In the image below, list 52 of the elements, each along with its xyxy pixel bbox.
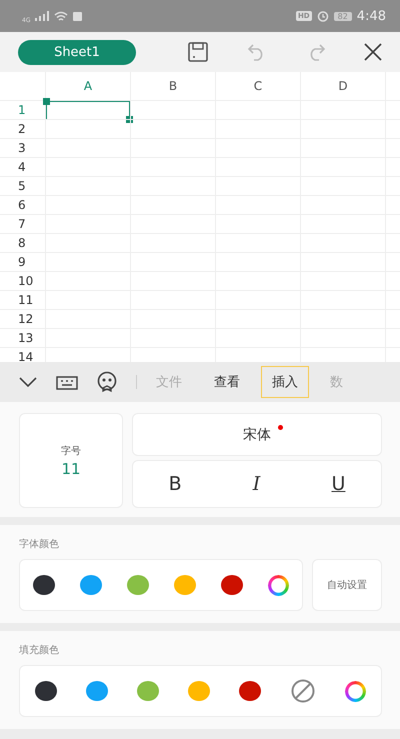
color-swatch[interactable] xyxy=(221,575,244,595)
bold-button[interactable]: B xyxy=(160,469,190,499)
row-header[interactable]: 8 xyxy=(0,233,45,251)
column-header[interactable]: D xyxy=(300,72,385,100)
menu-tab[interactable]: 插入 xyxy=(261,366,309,398)
color-swatch[interactable] xyxy=(34,681,57,701)
close-icon[interactable] xyxy=(364,43,382,61)
italic-button[interactable]: I xyxy=(244,469,268,499)
font-name-button[interactable]: 宋体 xyxy=(132,413,382,456)
clock-time: 4:48 xyxy=(356,8,386,24)
keyboard-icon[interactable] xyxy=(56,374,78,390)
row-header[interactable]: 4 xyxy=(0,157,45,175)
color-wheel-icon[interactable] xyxy=(345,680,366,702)
color-swatch[interactable] xyxy=(86,681,108,701)
row-header[interactable]: 5 xyxy=(0,176,45,194)
section-title: 字体颜色 xyxy=(19,538,60,551)
sheet-name-button[interactable]: Sheet1 xyxy=(18,40,136,64)
column-header[interactable]: C xyxy=(215,72,300,100)
wifi-icon xyxy=(54,10,68,22)
save-icon[interactable] xyxy=(186,41,208,63)
row-header[interactable]: 11 xyxy=(0,290,45,308)
battery-indicator: 82 xyxy=(334,12,352,20)
color-swatch[interactable] xyxy=(239,681,262,701)
menu-tab[interactable]: 查看 xyxy=(203,366,251,398)
color-swatch[interactable] xyxy=(174,575,196,595)
color-swatch[interactable] xyxy=(136,681,159,701)
underline-button[interactable]: U xyxy=(323,469,354,499)
notification-icon xyxy=(73,12,82,20)
font-size-value: 11 xyxy=(61,460,81,478)
row-header[interactable]: 13 xyxy=(0,328,45,346)
row-header[interactable]: 12 xyxy=(0,309,45,327)
collapse-chevron-icon[interactable] xyxy=(18,376,38,388)
font-size-card[interactable]: 字号 11 xyxy=(19,413,123,508)
row-header[interactable]: 7 xyxy=(0,214,45,232)
row-header[interactable]: 2 xyxy=(0,119,45,137)
row-header[interactable]: 9 xyxy=(0,252,45,270)
alarm-icon xyxy=(316,10,329,22)
row-header[interactable]: 3 xyxy=(0,138,45,156)
color-wheel-icon[interactable] xyxy=(268,574,290,596)
signal-icon xyxy=(35,11,50,21)
row-header[interactable]: 10 xyxy=(0,271,45,289)
row-header[interactable]: 6 xyxy=(0,195,45,213)
color-swatch[interactable] xyxy=(126,575,149,595)
no-fill-icon[interactable] xyxy=(290,678,316,704)
column-header[interactable]: B xyxy=(130,72,215,100)
section-title: 填充颜色 xyxy=(19,644,60,657)
auto-color-button[interactable]: 自动设置 xyxy=(312,559,382,611)
color-swatch[interactable] xyxy=(32,575,55,595)
font-size-label: 字号 xyxy=(61,444,81,458)
face-icon[interactable] xyxy=(96,371,118,393)
color-swatch[interactable] xyxy=(188,681,210,701)
color-swatch[interactable] xyxy=(80,575,102,595)
